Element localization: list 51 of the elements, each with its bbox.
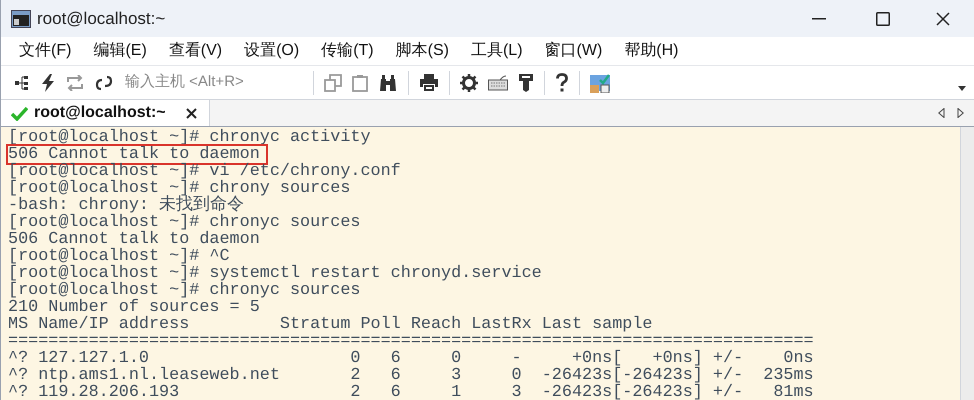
terminal-line: ================================================================================ (8, 333, 814, 350)
menu-item[interactable]: 窗口(W) (544, 39, 602, 63)
dropdown-icon[interactable] (958, 86, 966, 91)
menu-item[interactable]: 编辑(E) (93, 39, 147, 63)
menu-item[interactable]: 帮助(H) (624, 39, 679, 63)
terminal-line: 506 Cannot talk to daemon (8, 146, 266, 163)
maximize-icon[interactable] (876, 12, 890, 26)
close-icon[interactable] (936, 12, 950, 26)
tab-label: root@localhost:~ (34, 103, 166, 123)
scroll-left-icon[interactable] (938, 108, 945, 118)
scrollbar[interactable] (960, 127, 974, 400)
printer-icon[interactable] (419, 74, 439, 92)
paste-icon[interactable] (352, 74, 368, 92)
terminal-line: ^? 119.28.206.193 2 6 1 3 -26423s[-26423s] +/- 81ms (8, 384, 814, 400)
menu-item[interactable]: 脚本(S) (396, 39, 449, 63)
menu-item[interactable]: 工具(L) (470, 39, 523, 63)
menu-item[interactable]: 设置(O) (244, 39, 300, 63)
menu-item[interactable]: 查看(V) (168, 39, 222, 63)
help-icon[interactable] (555, 72, 569, 92)
terminal-app-icon (11, 10, 31, 28)
lightning-icon[interactable] (41, 74, 55, 92)
close-icon[interactable] (186, 108, 197, 118)
scroll-right-icon[interactable] (957, 108, 964, 118)
link-icon[interactable] (95, 74, 113, 90)
secure-file-icon[interactable] (590, 72, 610, 92)
terminal-line: [root@localhost ~]# chronyc activity (8, 129, 371, 146)
terminal-line: [root@localhost ~]# systemctl restart chronyd.service (8, 265, 542, 282)
reconnect-icon[interactable] (65, 74, 85, 90)
session-tab[interactable]: root@localhost:~ (1, 100, 210, 126)
menu-item[interactable]: 传输(T) (321, 39, 374, 63)
terminal-line: [root@localhost ~]# chronyc sources (8, 214, 360, 231)
copy-icon[interactable] (324, 74, 342, 92)
terminal-line: 210 Number of sources = 5 (8, 299, 260, 316)
terminal-line: ^? ntp.ams1.nl.leaseweb.net 2 6 3 0 -26423s[-26423s] +/- 235ms (8, 367, 814, 384)
terminal-line: 506 Cannot talk to daemon (8, 231, 260, 248)
terminal-line: MS Name/IP address Stratum Poll Reach LastRx Last sample (8, 316, 653, 333)
tree-icon[interactable] (15, 74, 31, 90)
check-icon (11, 106, 28, 120)
minimize-icon[interactable] (812, 18, 826, 20)
terminal-line: [root@localhost ~]# chronyc sources (8, 282, 360, 299)
host-input-field[interactable]: 输入主机 <Alt+R> (123, 70, 303, 94)
window-title: root@localhost:~ (37, 8, 166, 30)
terminal-line: ^? 127.127.1.0 0 6 0 - +0ns[ +0ns] +/- 0ns (8, 350, 814, 367)
key-icon[interactable] (518, 72, 534, 92)
settings-icon[interactable] (460, 74, 478, 92)
terminal-line: [root@localhost ~]# ^C (8, 248, 230, 265)
terminal-line: -bash: chrony: 未找到命令 (8, 197, 244, 214)
binoculars-icon[interactable] (378, 74, 398, 92)
keyboard-icon[interactable] (488, 74, 508, 90)
terminal-line: [root@localhost ~]# vi /etc/chrony.conf (8, 163, 401, 180)
menu-item[interactable]: 文件(F) (19, 39, 72, 63)
